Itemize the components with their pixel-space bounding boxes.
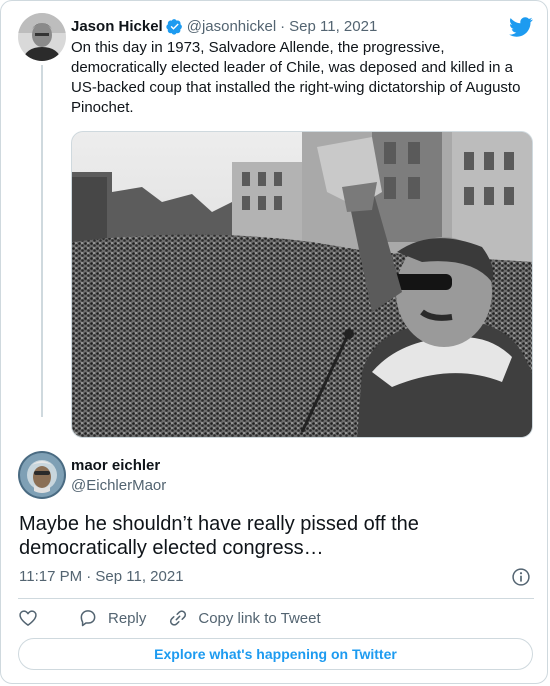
quoted-author-avatar[interactable] — [18, 13, 66, 61]
reply-button-label: Reply — [108, 609, 147, 627]
quoted-tweet-date[interactable]: Sep 11, 2021 — [289, 18, 377, 35]
twitter-logo-icon[interactable] — [509, 15, 533, 39]
copy-link-label: Copy link to Tweet — [198, 609, 321, 627]
heart-icon — [19, 610, 37, 626]
copy-link-button[interactable]: Copy link to Tweet — [168, 608, 321, 628]
quoted-author-handle[interactable]: @jasonhickel — [187, 18, 276, 35]
quoted-tweet-photo[interactable] — [71, 131, 533, 438]
like-button[interactable] — [18, 608, 48, 628]
reply-author-handle[interactable]: @EichlerMaor — [71, 477, 166, 494]
quoted-tweet-header: Jason Hickel @jasonhickel · Sep 11, 2021 — [71, 15, 377, 37]
verified-badge-icon — [166, 18, 182, 35]
explore-twitter-button[interactable]: Explore what's happening on Twitter — [18, 638, 533, 670]
tweet-embed-card: Jason Hickel @jasonhickel · Sep 11, 2021… — [0, 0, 548, 684]
tweet-actions-bar: Reply Copy link to Tweet — [18, 606, 343, 630]
quoted-author-name[interactable]: Jason Hickel — [71, 18, 163, 35]
header-separator: · — [280, 17, 286, 35]
thread-connector-line — [41, 65, 43, 417]
actions-divider — [18, 598, 534, 599]
reply-author-name[interactable]: maor eichler — [71, 457, 160, 474]
reply-timestamp[interactable]: 11:17 PM · Sep 11, 2021 — [19, 568, 184, 585]
reply-button[interactable]: Reply — [78, 608, 146, 628]
quoted-tweet-text: On this day in 1973, Salvadore Allende, … — [71, 39, 521, 116]
info-icon[interactable] — [511, 567, 531, 587]
reply-tweet-text: Maybe he shouldn’t have really pissed of… — [19, 513, 419, 559]
link-icon — [170, 610, 187, 626]
reply-icon — [80, 610, 96, 627]
reply-author-avatar[interactable] — [18, 451, 66, 499]
